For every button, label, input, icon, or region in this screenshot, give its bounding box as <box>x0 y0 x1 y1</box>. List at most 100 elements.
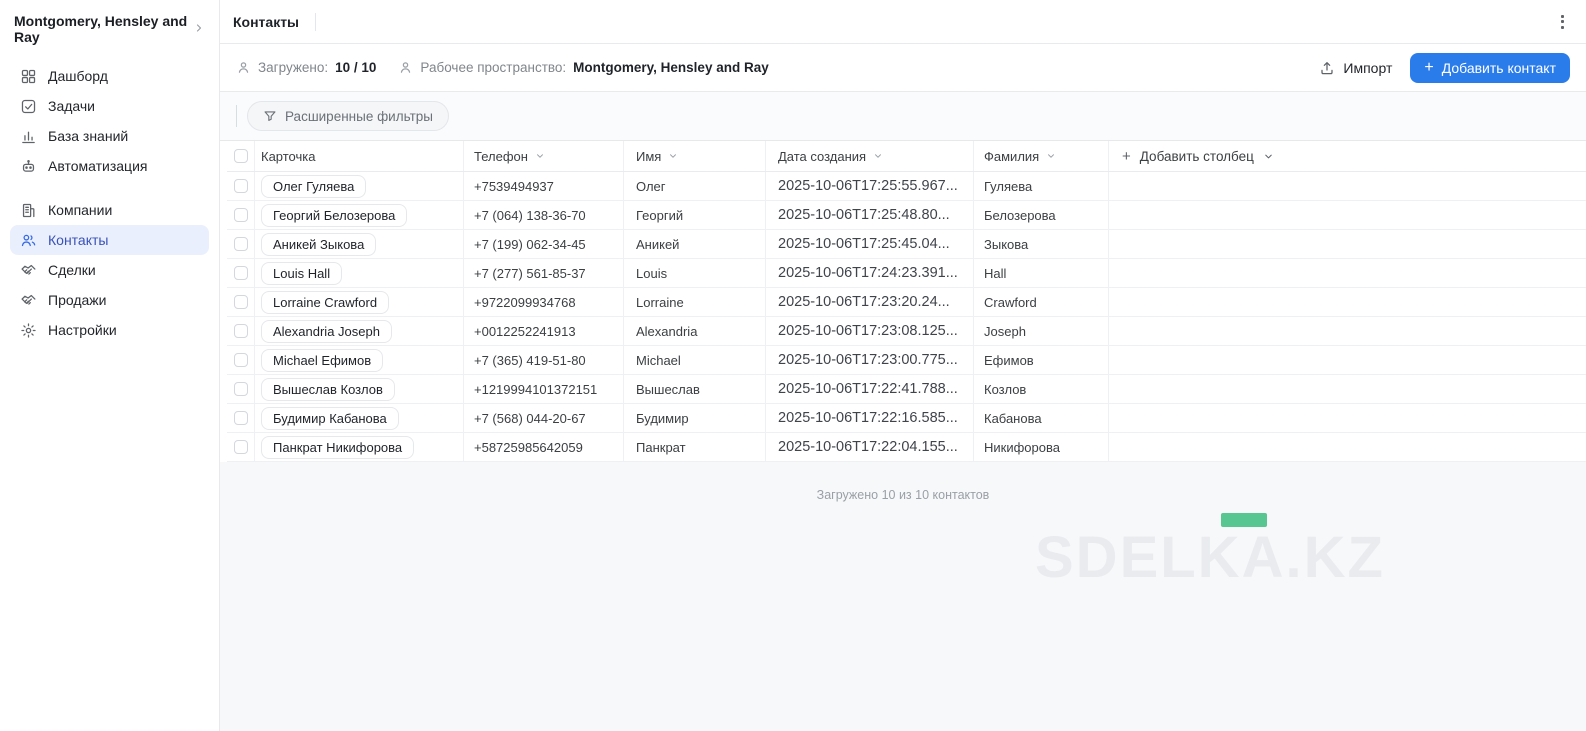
workspace-switcher[interactable]: Montgomery, Hensley and Ray <box>10 0 209 61</box>
row-checkbox[interactable] <box>234 179 248 193</box>
add-column-button[interactable]: + Добавить столбец <box>1122 148 1274 165</box>
plus-icon: + <box>1424 60 1433 76</box>
chevron-down-icon <box>535 151 545 161</box>
row-checkbox[interactable] <box>234 324 248 338</box>
sidebar-item-label: Задачи <box>48 98 95 114</box>
column-header-phone[interactable]: Телефон <box>464 141 624 171</box>
contact-card-chip[interactable]: Michael Ефимов <box>261 349 383 372</box>
sales-handshake-icon <box>19 291 37 309</box>
sidebar-item-label: Дашборд <box>48 68 108 84</box>
contact-card-chip[interactable]: Вышеслав Козлов <box>261 378 395 401</box>
watermark-text: SDELKA.KZ <box>1035 524 1385 591</box>
sidebar-item-dashboard[interactable]: Дашборд <box>10 61 209 91</box>
contact-card-chip[interactable]: Панкрат Никифорова <box>261 436 414 459</box>
created-date-cell: 2025-10-06T17:22:41.788... <box>766 375 974 403</box>
loaded-summary-text: Загружено 10 из 10 контактов <box>220 462 1586 502</box>
add-contact-button[interactable]: + Добавить контакт <box>1410 53 1570 83</box>
knowledge-base-icon <box>19 127 37 145</box>
created-date-cell: 2025-10-06T17:25:48.80... <box>766 201 974 229</box>
advanced-filters-label: Расширенные фильтры <box>285 109 433 124</box>
sidebar-item-label: Настройки <box>48 322 117 338</box>
sidebar-item-tasks[interactable]: Задачи <box>10 91 209 121</box>
first-name-cell: Олег <box>624 172 766 200</box>
table-row[interactable]: Олег Гуляева +7539494937 Олег 2025-10-06… <box>227 172 1586 201</box>
created-date-cell: 2025-10-06T17:25:45.04... <box>766 230 974 258</box>
sidebar-item-label: Компании <box>48 202 112 218</box>
row-checkbox[interactable] <box>234 208 248 222</box>
first-name-cell: Панкрат <box>624 433 766 461</box>
table-row[interactable]: Louis Hall +7 (277) 561-85-37 Louis 2025… <box>227 259 1586 288</box>
column-header-first-name[interactable]: Имя <box>624 141 766 171</box>
select-all-checkbox[interactable] <box>234 149 248 163</box>
first-name-cell: Louis <box>624 259 766 287</box>
chevron-down-icon <box>668 151 678 161</box>
companies-building-icon <box>19 201 37 219</box>
table-row[interactable]: Будимир Кабанова +7 (568) 044-20-67 Буди… <box>227 404 1586 433</box>
last-name-cell: Никифорова <box>974 433 1109 461</box>
first-name-cell: Michael <box>624 346 766 374</box>
last-name-cell: Гуляева <box>974 172 1109 200</box>
import-button[interactable]: Импорт <box>1319 60 1392 76</box>
filter-funnel-icon <box>263 109 277 123</box>
filter-divider <box>236 105 237 127</box>
automation-robot-icon <box>19 157 37 175</box>
contact-card-chip[interactable]: Георгий Белозерова <box>261 204 407 227</box>
first-name-cell: Alexandria <box>624 317 766 345</box>
table-row[interactable]: Вышеслав Козлов +1219994101372151 Вышесл… <box>227 375 1586 404</box>
contact-card-chip[interactable]: Lorraine Crawford <box>261 291 389 314</box>
deals-handshake-icon <box>19 261 37 279</box>
row-checkbox[interactable] <box>234 353 248 367</box>
workspace-info: Рабочее пространство: Montgomery, Hensle… <box>398 60 768 75</box>
first-name-cell: Георгий <box>624 201 766 229</box>
last-name-cell: Crawford <box>974 288 1109 316</box>
toolbar: Загружено: 10 / 10 Рабочее пространство:… <box>220 44 1586 92</box>
row-checkbox[interactable] <box>234 411 248 425</box>
sidebar-item-label: Автоматизация <box>48 158 147 174</box>
column-header-created[interactable]: Дата создания <box>766 141 974 171</box>
workspace-value: Montgomery, Hensley and Ray <box>573 60 769 75</box>
table-row[interactable]: Панкрат Никифорова +58725985642059 Панкр… <box>227 433 1586 462</box>
column-header-card: Карточка <box>255 141 464 171</box>
sidebar-item-deals[interactable]: Сделки <box>10 255 209 285</box>
more-options-kebab-icon[interactable] <box>1555 9 1570 35</box>
table-row[interactable]: Michael Ефимов +7 (365) 419-51-80 Michae… <box>227 346 1586 375</box>
title-divider <box>315 13 316 31</box>
upload-icon <box>1319 60 1335 76</box>
row-checkbox[interactable] <box>234 266 248 280</box>
sidebar-item-automation[interactable]: Автоматизация <box>10 151 209 181</box>
sidebar-item-knowledge-base[interactable]: База знаний <box>10 121 209 151</box>
table-row[interactable]: Lorraine Crawford +9722099934768 Lorrain… <box>227 288 1586 317</box>
contact-card-chip[interactable]: Louis Hall <box>261 262 342 285</box>
advanced-filters-button[interactable]: Расширенные фильтры <box>247 101 449 131</box>
phone-cell: +7 (199) 062-34-45 <box>464 230 624 258</box>
table-footer-area: Загружено 10 из 10 контактов SDELKA.KZ <box>220 462 1586 731</box>
sidebar-item-companies[interactable]: Компании <box>10 195 209 225</box>
created-date-cell: 2025-10-06T17:23:00.775... <box>766 346 974 374</box>
contact-card-chip[interactable]: Олег Гуляева <box>261 175 366 198</box>
row-checkbox[interactable] <box>234 382 248 396</box>
column-header-last-name[interactable]: Фамилия <box>974 141 1109 171</box>
tasks-icon <box>19 97 37 115</box>
sidebar-item-label: База знаний <box>48 128 128 144</box>
contact-card-chip[interactable]: Аникей Зыкова <box>261 233 376 256</box>
contact-card-chip[interactable]: Будимир Кабанова <box>261 407 399 430</box>
row-checkbox[interactable] <box>234 237 248 251</box>
table-row[interactable]: Георгий Белозерова +7 (064) 138-36-70 Ге… <box>227 201 1586 230</box>
sidebar-item-sales[interactable]: Продажи <box>10 285 209 315</box>
created-date-cell: 2025-10-06T17:22:04.155... <box>766 433 974 461</box>
created-date-cell: 2025-10-06T17:23:08.125... <box>766 317 974 345</box>
main-content: Контакты Загружено: 10 / 10 Рабочее прос… <box>220 0 1586 731</box>
table-row[interactable]: Alexandria Joseph +0012252241913 Alexand… <box>227 317 1586 346</box>
sidebar-item-contacts[interactable]: Контакты <box>10 225 209 255</box>
row-checkbox[interactable] <box>234 295 248 309</box>
created-date-cell: 2025-10-06T17:24:23.391... <box>766 259 974 287</box>
sidebar-item-settings[interactable]: Настройки <box>10 315 209 345</box>
chevron-right-icon <box>193 22 205 37</box>
sidebar-item-label: Сделки <box>48 262 96 278</box>
created-date-cell: 2025-10-06T17:23:20.24... <box>766 288 974 316</box>
table-row[interactable]: Аникей Зыкова +7 (199) 062-34-45 Аникей … <box>227 230 1586 259</box>
contact-card-chip[interactable]: Alexandria Joseph <box>261 320 392 343</box>
row-checkbox[interactable] <box>234 440 248 454</box>
loaded-label: Загружено: <box>258 60 328 75</box>
dashboard-icon <box>19 67 37 85</box>
